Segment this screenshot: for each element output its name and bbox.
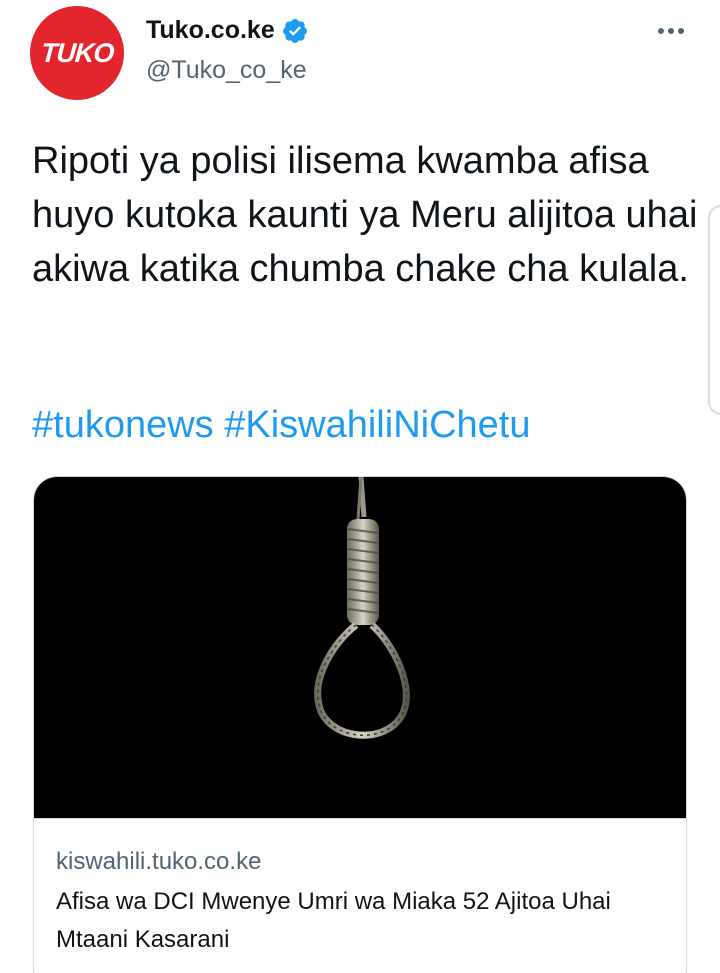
card-image: [34, 477, 686, 819]
noose-image: [314, 477, 410, 739]
author-display-name[interactable]: Tuko.co.ke: [146, 16, 275, 45]
avatar-logo-text: TUKO: [39, 37, 115, 68]
hashtag-link[interactable]: #KiswahiliNiChetu: [224, 404, 530, 446]
card-title[interactable]: Afisa wa DCI Mwenye Umri wa Miaka 52 Aji…: [56, 883, 656, 959]
link-preview-card[interactable]: kiswahili.tuko.co.ke Afisa wa DCI Mwenye…: [33, 476, 687, 973]
author-handle[interactable]: @Tuko_co_ke: [146, 56, 307, 85]
avatar[interactable]: TUKO: [30, 6, 124, 100]
card-meta: kiswahili.tuko.co.ke Afisa wa DCI Mwenye…: [34, 819, 686, 959]
tweet-text: Ripoti ya polisi ilisema kwamba afisa hu…: [32, 140, 698, 290]
hashtag-link[interactable]: #tukonews: [32, 404, 214, 446]
verified-badge-icon: [282, 18, 307, 43]
card-domain: kiswahili.tuko.co.ke: [56, 848, 262, 875]
scroll-handle[interactable]: [708, 205, 720, 415]
more-options-icon[interactable]: [658, 28, 684, 34]
author-name-row: Tuko.co.ke: [146, 16, 309, 45]
hashtag-line: #tukonews #KiswahiliNiChetu: [32, 398, 530, 452]
